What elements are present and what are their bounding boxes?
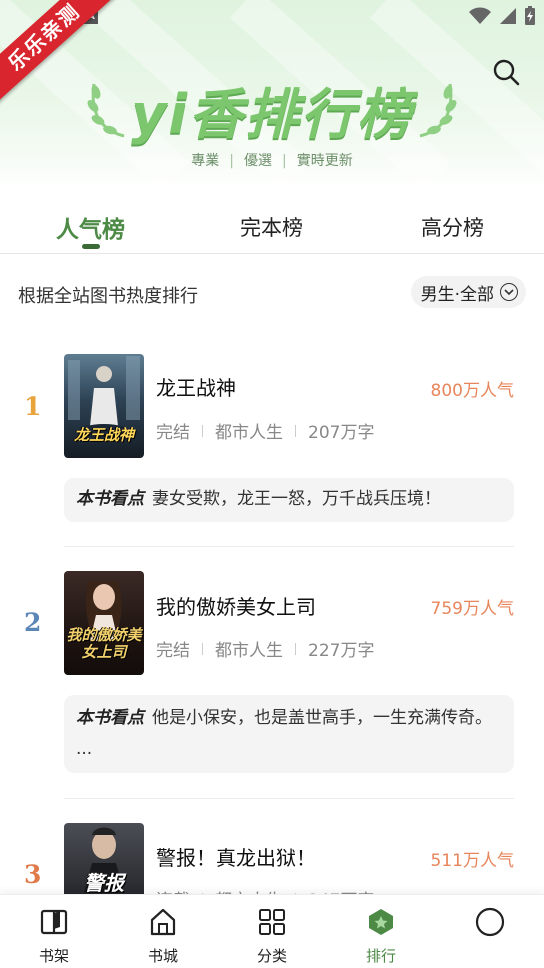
book-word-count: 247万字 [308,886,374,894]
popularity-count: 759万人气 [430,599,514,619]
nav-label: 书架 [38,947,69,965]
book-word-count: 227万字 [308,641,375,661]
rank-number: 2 [24,608,42,637]
gender-filter-button[interactable]: 男生·全部 [410,276,526,308]
book-list-item[interactable]: 1 龙王战神 龙王战神 800万人气 完结 都市人生 207万字 本书看点 妻女受… [0,352,544,552]
book-genre: 都市人生 [215,641,283,661]
book-list-item[interactable]: 2 我的傲娇美女上司 我的傲娇美女上司 759万人气 完结 都市人生 227万字… [0,570,544,790]
nav-bookshelf[interactable]: 书架 [0,895,108,968]
logo-subtitle: 專業 | 優選 | 實時更新 [191,153,353,169]
subtitle-item: 專業 [191,153,220,169]
filter-label: 男生·全部 [420,284,494,305]
bookshelf-icon [40,909,68,935]
book-cover[interactable]: 龙王战神 [64,354,144,458]
signal-icon [500,8,516,24]
tab-high-score[interactable]: 高分榜 [421,212,484,242]
popularity-count: 800万人气 [430,381,514,401]
book-status: 完结 [156,423,190,443]
book-highlight: 本书看点 他是小保安，也是盖世高手，一生充满传奇。 ... [64,695,514,773]
logo-text: yi香排行榜 [131,83,413,146]
book-title[interactable]: 我的傲娇美女上司 [156,591,316,620]
highlight-label: 本书看点 [76,708,144,728]
nav-label: 分类 [256,947,287,965]
laurel-right-icon [419,83,457,138]
bookstore-icon [150,908,176,936]
book-meta: 完结 都市人生 207万字 [156,418,374,443]
status-bar [468,6,536,26]
highlight-label: 本书看点 [76,489,144,509]
cover-title: 我的傲娇美女上司 [66,626,142,661]
wifi-icon [469,7,491,24]
nav-category[interactable]: 分类 [218,895,326,968]
nav-profile[interactable] [436,895,544,968]
nav-label: 排行 [365,947,396,965]
book-meta: 连载 都市人生 247万字 [156,886,374,894]
chevron-down-circle-icon [500,283,518,301]
subtitle-item: 實時更新 [296,153,353,169]
nav-ranking[interactable]: 排行 [327,895,435,968]
cover-title: 龙王战神 [73,426,134,444]
nav-bookstore[interactable]: 书城 [109,895,217,968]
book-genre: 都市人生 [215,886,283,894]
rank-description-row: 根据全站图书热度排行 男生·全部 [0,272,544,312]
highlight-text: 妻女受欺，龙王一怒，万千战兵压境！ [152,489,441,509]
battery-icon [525,6,535,25]
tab-popular[interactable]: 人气榜 [56,210,125,244]
book-meta: 完结 都市人生 227万字 [156,636,374,661]
tab-indicator [82,244,100,249]
logo-area: yi香排行榜 [0,60,544,150]
book-status: 完结 [156,641,190,661]
ranking-icon [369,909,393,935]
rank-description: 根据全站图书热度排行 [18,286,198,307]
category-grid-icon [259,909,285,935]
profile-circle-icon [475,907,505,937]
nav-label: 书城 [147,947,178,965]
search-icon[interactable] [492,58,520,86]
book-cover[interactable]: 我的傲娇美女上司 [64,571,144,675]
tab-completed[interactable]: 完本榜 [240,212,303,242]
book-status: 连载 [156,886,190,894]
subtitle-item: 優選 [244,153,272,169]
cover-title: 警报 [84,871,124,894]
rank-number: 1 [24,392,42,421]
book-word-count: 207万字 [308,423,375,443]
book-title[interactable]: 警报！真龙出狱！ [156,842,316,871]
popularity-count: 511万人气 [430,851,514,871]
divider [64,546,514,547]
divider [64,798,514,799]
header-banner: yi香排行榜 專業 | 優選 | 實時更新 [0,0,544,190]
book-list-item[interactable]: 3 警报 警报！真龙出狱！ 511万人气 连载 都市人生 247万字 [0,822,544,894]
book-genre: 都市人生 [215,423,283,443]
bottom-navigation: 书架 书城 分类 排行 [0,894,544,968]
book-cover[interactable]: 警报 [64,823,144,894]
book-highlight: 本书看点 妻女受欺，龙王一怒，万千战兵压境！ [64,478,514,522]
book-title[interactable]: 龙王战神 [156,372,236,401]
rank-number: 3 [24,860,42,889]
